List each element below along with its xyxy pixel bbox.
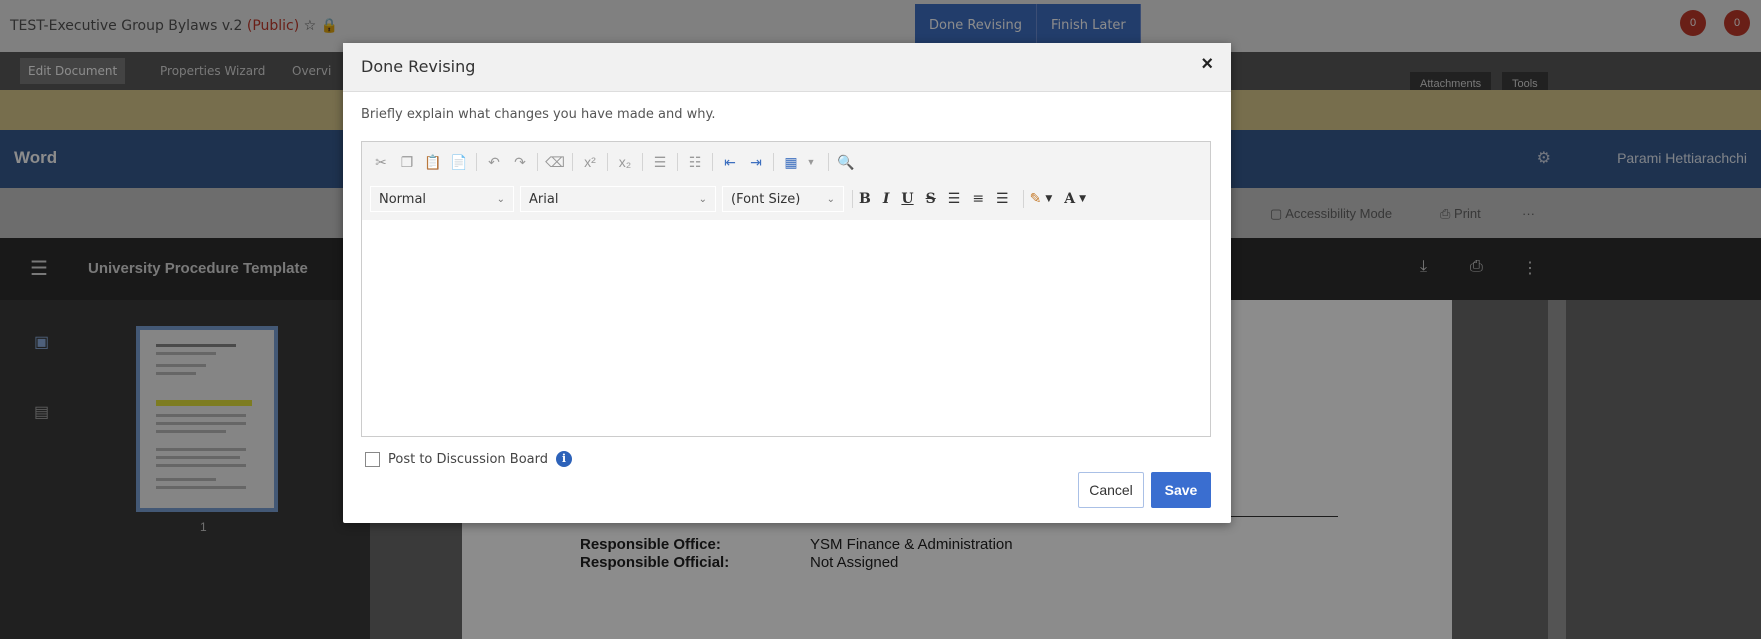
cut-icon[interactable]: ✂ <box>370 151 392 173</box>
chevron-down-icon[interactable]: ▼ <box>800 151 822 173</box>
undo-icon[interactable]: ↶ <box>483 151 505 173</box>
subscript-icon[interactable]: x₂ <box>614 151 636 173</box>
editor-toolbar: ✂ ❐ 📋 📄 ↶ ↷ ⌫ x² x₂ ☰ ☷ ⇤ ⇥ ▦ ▼ 🔍 Normal… <box>362 142 1210 221</box>
dialog-instructions: Briefly explain what changes you have ma… <box>361 107 716 122</box>
format-select[interactable]: Normal ⌄ <box>370 186 514 212</box>
font-size-select[interactable]: (Font Size) ⌄ <box>722 186 844 212</box>
chevron-down-icon[interactable]: ▼ <box>1045 194 1052 204</box>
dialog-title: Done Revising <box>361 57 476 76</box>
align-right-icon[interactable]: ☰ <box>996 191 1009 207</box>
italic-icon[interactable]: I <box>883 191 890 207</box>
editor-text-area[interactable] <box>362 220 1210 436</box>
post-to-discussion-row: Post to Discussion Board i <box>365 451 572 467</box>
post-to-discussion-label[interactable]: Post to Discussion Board <box>388 452 548 467</box>
table-icon[interactable]: ▦ <box>780 151 802 173</box>
outdent-icon[interactable]: ⇤ <box>719 151 741 173</box>
paste-icon[interactable]: 📋 <box>422 151 444 173</box>
bold-icon[interactable]: B <box>859 191 871 207</box>
editor-toolbar-row: Normal ⌄ Arial ⌄ (Font Size) ⌄ B I U S ☰… <box>370 184 1098 214</box>
superscript-icon[interactable]: x² <box>579 151 601 173</box>
numbered-list-icon[interactable]: ☰ <box>649 151 671 173</box>
font-color-icon[interactable]: A <box>1064 191 1075 207</box>
chevron-down-icon: ⌄ <box>698 193 707 205</box>
done-revising-dialog: Done Revising × Briefly explain what cha… <box>343 43 1231 523</box>
close-icon[interactable]: × <box>1201 53 1213 76</box>
bulleted-list-icon[interactable]: ☷ <box>684 151 706 173</box>
eraser-icon[interactable]: ⌫ <box>544 151 566 173</box>
highlight-icon[interactable]: ✎ <box>1030 191 1042 207</box>
save-button[interactable]: Save <box>1151 472 1211 508</box>
editor-toolbar-row: ✂ ❐ 📋 📄 ↶ ↷ ⌫ x² x₂ ☰ ☷ ⇤ ⇥ ▦ ▼ 🔍 <box>370 148 861 176</box>
rich-text-editor: ✂ ❐ 📋 📄 ↶ ↷ ⌫ x² x₂ ☰ ☷ ⇤ ⇥ ▦ ▼ 🔍 Normal… <box>361 141 1211 437</box>
redo-icon[interactable]: ↷ <box>509 151 531 173</box>
strikethrough-icon[interactable]: S <box>926 191 936 207</box>
copy-icon[interactable]: ❐ <box>396 151 418 173</box>
indent-icon[interactable]: ⇥ <box>745 151 767 173</box>
chevron-down-icon: ⌄ <box>826 193 835 205</box>
dialog-header: Done Revising × <box>343 43 1231 92</box>
chevron-down-icon[interactable]: ▼ <box>1079 194 1086 204</box>
chevron-down-icon: ⌄ <box>496 193 505 205</box>
font-select[interactable]: Arial ⌄ <box>520 186 716 212</box>
find-icon[interactable]: 🔍 <box>835 151 857 173</box>
paste-word-icon[interactable]: 📄 <box>448 151 470 173</box>
underline-icon[interactable]: U <box>901 191 913 207</box>
post-to-discussion-checkbox[interactable] <box>365 451 380 467</box>
info-icon[interactable]: i <box>556 451 572 467</box>
cancel-button[interactable]: Cancel <box>1078 472 1144 508</box>
align-left-icon[interactable]: ☰ <box>948 191 961 207</box>
align-center-icon[interactable]: ≡ <box>972 191 984 207</box>
